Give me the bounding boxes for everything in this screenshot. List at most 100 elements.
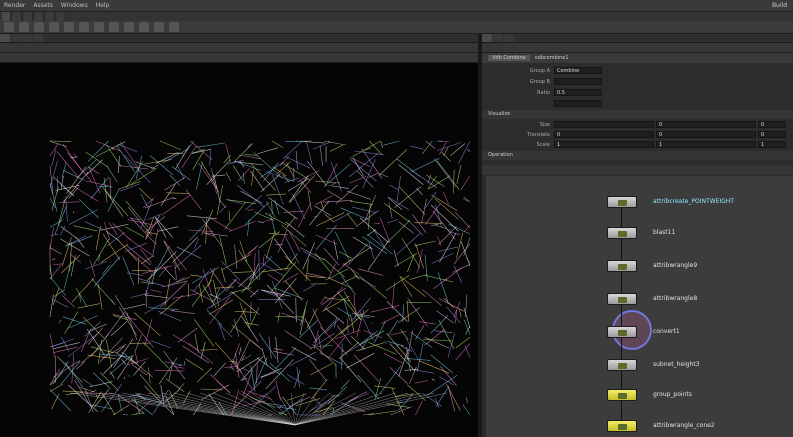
- param-label: Size: [539, 121, 550, 128]
- menu-bar: Render Assets Windows Help Build: [0, 0, 793, 12]
- shelf-tool-icon[interactable]: [4, 22, 14, 32]
- shelf-tool-icon[interactable]: [94, 22, 104, 32]
- param-field[interactable]: Combine: [554, 67, 602, 74]
- shelf-tool-icon[interactable]: [124, 22, 134, 32]
- network-node-label[interactable]: blast11: [653, 229, 675, 236]
- parameter-header: Vdb Combine vdbcombine1: [482, 53, 793, 63]
- tab-pane[interactable]: [33, 34, 43, 42]
- node-flag-icon: [618, 330, 627, 336]
- shelf-tool-icon[interactable]: [139, 22, 149, 32]
- shelf-tool-icon[interactable]: [79, 22, 89, 32]
- param-field-x[interactable]: [554, 121, 654, 128]
- shelf-tool-icon[interactable]: [169, 22, 179, 32]
- tab-pane[interactable]: [493, 34, 503, 42]
- param-field-z[interactable]: 0: [758, 131, 786, 138]
- network-node[interactable]: [607, 389, 637, 401]
- param-row: Size 0 0: [482, 120, 793, 129]
- network-node[interactable]: [607, 420, 637, 432]
- network-node-label[interactable]: attribwrangle9: [653, 262, 697, 269]
- shelf-tab[interactable]: [46, 12, 55, 21]
- node-wire: [621, 401, 622, 420]
- node-flag-icon: [618, 424, 627, 430]
- tab-parameters[interactable]: [482, 34, 492, 42]
- node-flag-icon: [618, 297, 627, 303]
- window-title: Build: [771, 2, 787, 9]
- shelf-tool-icon[interactable]: [109, 22, 119, 32]
- viewport-toolbar: [0, 53, 478, 63]
- node-flag-icon: [618, 264, 627, 270]
- wireframe-mesh: [49, 140, 471, 426]
- param-row: Group B: [482, 77, 793, 86]
- shelf-tab[interactable]: [57, 12, 66, 21]
- network-node-label[interactable]: group_points: [653, 391, 692, 398]
- param-field-x[interactable]: 0: [554, 131, 654, 138]
- network-node-label[interactable]: attribcreate_POINTWEIGHT: [653, 198, 734, 205]
- network-node-label[interactable]: attribwrangle_cone2: [653, 422, 715, 429]
- network-node-label[interactable]: convert1: [653, 328, 680, 335]
- network-node-label[interactable]: attribwrangle8: [653, 295, 697, 302]
- shelf-tabs: [0, 12, 793, 21]
- node-wire: [621, 305, 622, 326]
- viewport-path-bar: [0, 43, 478, 53]
- param-field[interactable]: 0.5: [554, 89, 602, 96]
- network-node[interactable]: [607, 227, 637, 239]
- tab-pane[interactable]: [11, 34, 21, 42]
- menu-item-render[interactable]: Render: [4, 2, 25, 9]
- menu-item-assets[interactable]: Assets: [33, 2, 53, 9]
- param-label: Group B: [529, 78, 550, 85]
- node-type-label: Vdb Combine: [488, 55, 530, 61]
- network-node[interactable]: [607, 326, 637, 338]
- param-row: Ratio 0.5: [482, 88, 793, 97]
- node-wire: [621, 371, 622, 389]
- network-node[interactable]: [607, 260, 637, 272]
- shelf-tool-icon[interactable]: [34, 22, 44, 32]
- param-field[interactable]: [554, 78, 602, 85]
- menu-item-windows[interactable]: Windows: [61, 2, 88, 9]
- network-node-label[interactable]: subnet_height3: [653, 361, 700, 368]
- node-flag-icon: [618, 200, 627, 206]
- network-editor[interactable]: attribcreate_POINTWEIGHT blast11 attribwra…: [482, 176, 793, 437]
- param-field-z[interactable]: 0: [758, 121, 786, 128]
- param-field-x[interactable]: 1: [554, 141, 654, 148]
- tab-pane[interactable]: [504, 34, 514, 42]
- wireframe-lines: [49, 140, 471, 426]
- shelf-tab[interactable]: [24, 12, 33, 21]
- menu-item-help[interactable]: Help: [96, 2, 110, 9]
- shelf-toolbar: [0, 21, 793, 34]
- network-node[interactable]: [607, 196, 637, 208]
- param-row: Translate 0 0 0: [482, 130, 793, 139]
- param-field-y[interactable]: 1: [656, 141, 756, 148]
- param-row: Scale 1 1 1: [482, 140, 793, 149]
- param-label: Ratio: [537, 89, 550, 96]
- node-flag-icon: [618, 231, 627, 237]
- node-wire: [621, 208, 622, 227]
- param-field-y[interactable]: 0: [656, 131, 756, 138]
- section-visualize[interactable]: Visualize: [482, 110, 793, 119]
- param-label: Scale: [536, 141, 550, 148]
- shelf-tool-icon[interactable]: [19, 22, 29, 32]
- shelf-tool-icon[interactable]: [154, 22, 164, 32]
- shelf-tab[interactable]: [13, 12, 22, 21]
- tab-scene-view[interactable]: [0, 34, 10, 42]
- shelf-tab[interactable]: [2, 12, 11, 21]
- node-flag-icon: [618, 363, 627, 369]
- param-row: [482, 99, 793, 108]
- viewport-pane-tabs: [0, 34, 478, 43]
- network-node[interactable]: [607, 359, 637, 371]
- param-field-z[interactable]: 1: [758, 141, 786, 148]
- param-row: Group A Combine: [482, 66, 793, 75]
- param-field-y[interactable]: 0: [656, 121, 756, 128]
- network-toolbar: [482, 165, 793, 175]
- section-operation[interactable]: Operation: [482, 151, 793, 160]
- shelf-tool-icon[interactable]: [64, 22, 74, 32]
- shelf-tool-icon[interactable]: [49, 22, 59, 32]
- shelf-tab[interactable]: [35, 12, 44, 21]
- node-wire: [621, 272, 622, 293]
- scene-viewport[interactable]: [0, 63, 478, 437]
- node-name-field[interactable]: vdbcombine1: [535, 55, 569, 61]
- param-field[interactable]: [554, 100, 602, 107]
- network-scrollbar[interactable]: [482, 176, 486, 437]
- parameter-path-bar: [482, 43, 793, 53]
- network-node[interactable]: [607, 293, 637, 305]
- tab-pane[interactable]: [22, 34, 32, 42]
